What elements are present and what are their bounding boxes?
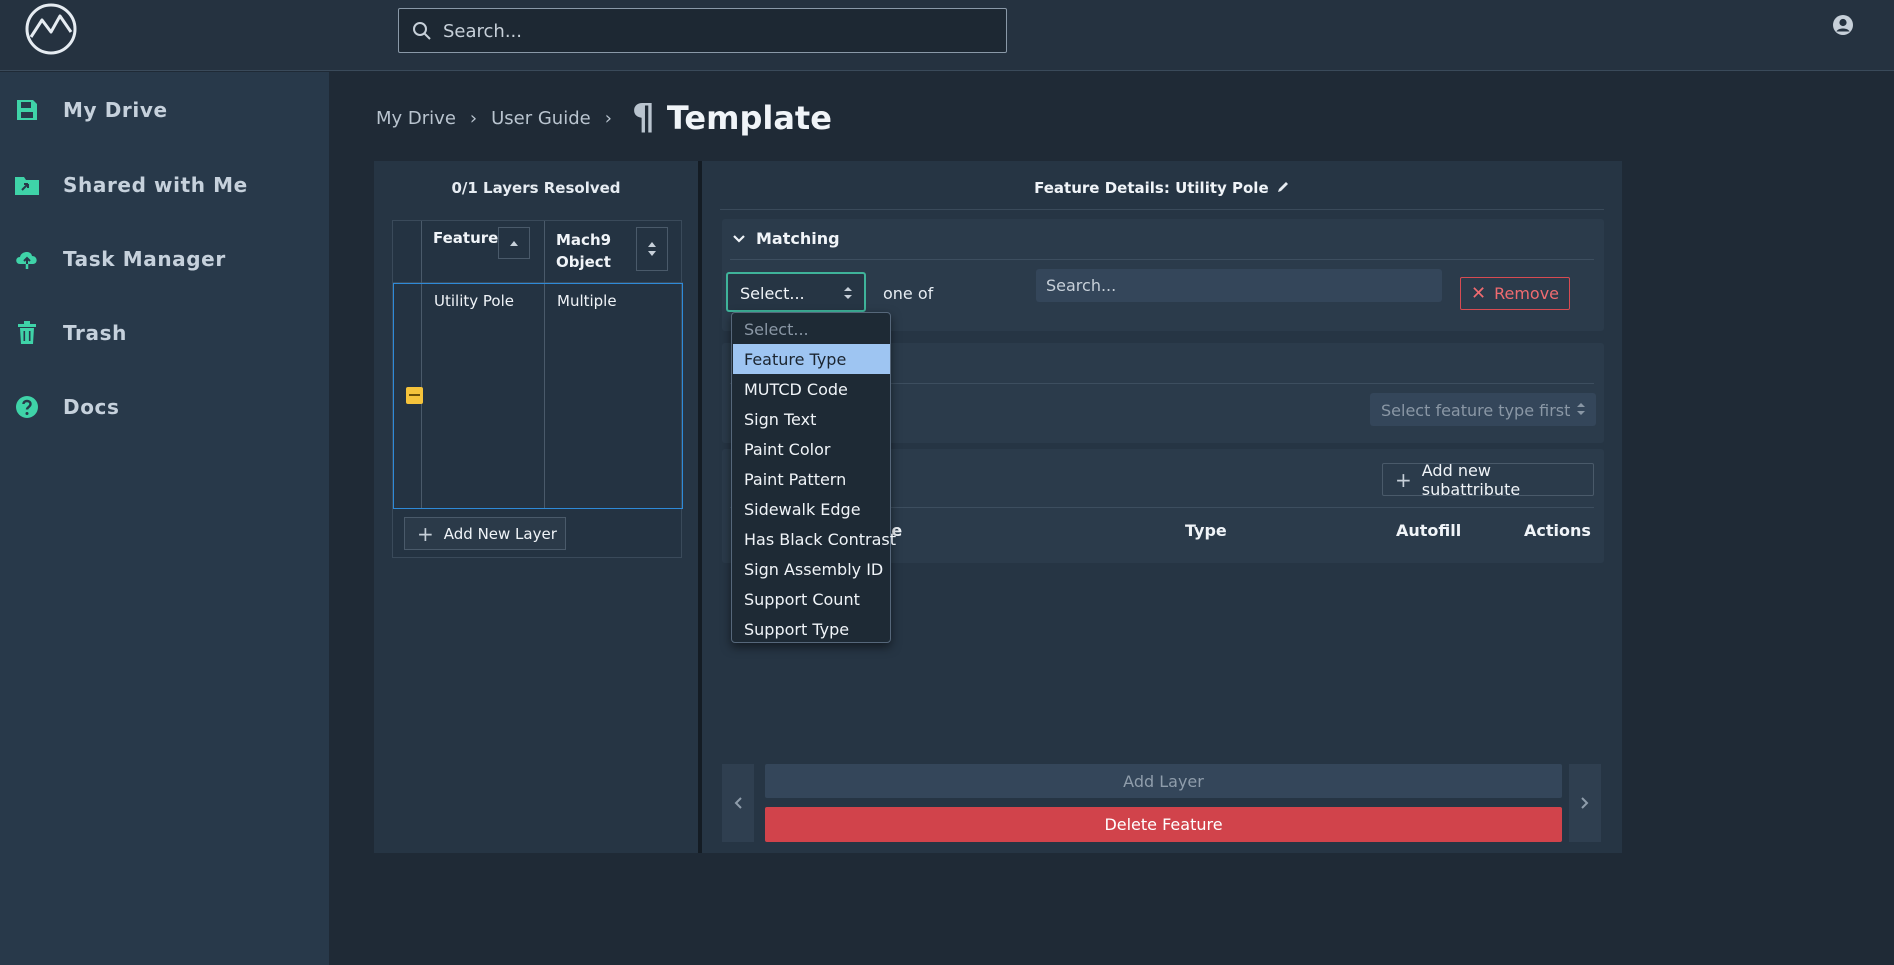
feature-type-select[interactable]: Select feature type first	[1370, 393, 1596, 426]
breadcrumb-my-drive[interactable]: My Drive	[376, 108, 456, 129]
sidebar-item-docs[interactable]: Docs	[0, 382, 329, 432]
column-header-actions: Actions	[1524, 521, 1591, 540]
select-arrows-icon	[844, 287, 852, 299]
layers-table-header: Feature Mach9 Object	[393, 221, 683, 283]
layers-resolved-title: 0/1 Layers Resolved	[451, 179, 621, 197]
feature-details-prefix: Feature Details:	[1034, 179, 1170, 197]
feature-type-placeholder: Select feature type first	[1381, 401, 1571, 420]
column-header-autofill: Autofill	[1396, 521, 1462, 540]
dropdown-option-paint-color[interactable]: Paint Color	[733, 434, 890, 464]
sidebar-item-my-drive[interactable]: My Drive	[0, 85, 329, 135]
mach9-logo[interactable]	[24, 2, 78, 56]
chevron-right-icon: ›	[604, 107, 612, 129]
feature-details-name: Utility Pole	[1175, 179, 1269, 197]
sidebar-item-label: Docs	[63, 395, 120, 419]
user-account-icon[interactable]	[1832, 14, 1854, 36]
sidebar-item-label: Task Manager	[63, 247, 226, 271]
sidebar-item-trash[interactable]: Trash	[0, 308, 329, 358]
add-layer-button[interactable]: Add Layer	[765, 764, 1562, 798]
delete-feature-button[interactable]: Delete Feature	[765, 807, 1562, 842]
cloud-upload-icon	[14, 246, 40, 272]
top-bar	[0, 0, 1894, 71]
feature-details-title: Feature Details: Utility Pole	[720, 179, 1604, 197]
previous-feature-button[interactable]	[722, 764, 754, 842]
pilcrow-icon: ¶	[631, 97, 655, 138]
sort-icon	[648, 242, 656, 256]
page-title: Template	[666, 99, 832, 137]
dropdown-option-support-type[interactable]: Support Type	[733, 614, 890, 644]
dropdown-option-has-black-contrast[interactable]: Has Black Contrast	[733, 524, 896, 554]
sidebar-item-label: My Drive	[63, 98, 168, 122]
divider	[730, 259, 1594, 260]
plus-icon: +	[417, 521, 434, 546]
match-attribute-value: Select...	[740, 284, 805, 303]
sidebar-item-task-manager[interactable]: Task Manager	[0, 234, 329, 284]
layer-object-value: Multiple	[557, 292, 617, 310]
dropdown-option-sign-assembly-id[interactable]: Sign Assembly ID	[733, 554, 890, 584]
floppy-disk-icon	[14, 97, 40, 123]
matching-section-label: Matching	[756, 229, 840, 248]
matching-section-header[interactable]: Matching	[732, 229, 840, 248]
dropdown-option-feature-type[interactable]: Feature Type	[733, 344, 890, 374]
sidebar-item-label: Trash	[63, 321, 127, 345]
layer-feature-name: Utility Pole	[434, 292, 514, 310]
close-icon: ✕	[1470, 283, 1487, 304]
global-search-input[interactable]	[443, 16, 983, 46]
trash-icon	[14, 320, 40, 346]
question-circle-icon	[14, 394, 40, 420]
shared-folder-icon	[14, 172, 40, 198]
column-header-mach9-object: Mach9 Object	[556, 231, 612, 271]
sidebar-item-label: Shared with Me	[63, 173, 248, 197]
match-attribute-select[interactable]: Select...	[726, 272, 866, 312]
dropdown-option-support-count[interactable]: Support Count	[733, 584, 890, 614]
dropdown-option-sign-text[interactable]: Sign Text	[733, 404, 890, 434]
add-new-layer-label: Add New Layer	[443, 524, 557, 543]
search-icon	[413, 22, 431, 40]
remove-match-button[interactable]: ✕ Remove	[1460, 277, 1570, 310]
sort-ascending-icon	[510, 241, 518, 246]
divider	[720, 209, 1604, 210]
dropdown-option-paint-pattern[interactable]: Paint Pattern	[733, 464, 890, 494]
match-connector-label: one of	[883, 284, 934, 303]
breadcrumb: My Drive › User Guide › ¶ Template	[376, 96, 832, 140]
dropdown-option-mutcd-code[interactable]: MUTCD Code	[733, 374, 890, 404]
match-attribute-dropdown: Select... Feature Type MUTCD Code Sign T…	[731, 312, 896, 644]
global-search[interactable]	[398, 8, 1007, 53]
chevron-left-icon	[734, 797, 742, 809]
remove-match-label: Remove	[1494, 284, 1560, 303]
dropdown-option-placeholder[interactable]: Select...	[733, 314, 890, 344]
sidebar-item-shared-with-me[interactable]: Shared with Me	[0, 160, 329, 210]
breadcrumb-user-guide[interactable]: User Guide	[491, 108, 591, 129]
chevron-down-icon	[733, 234, 745, 243]
layers-table: Feature Mach9 Object Utility Pole Multip…	[392, 220, 683, 558]
chevron-right-icon	[1581, 797, 1589, 809]
sort-object-button[interactable]	[636, 227, 668, 271]
chevron-right-icon: ›	[469, 107, 478, 129]
add-subattribute-label: Add new subattribute	[1421, 460, 1521, 499]
column-header-type: Type	[1185, 521, 1227, 540]
layer-row[interactable]: Utility Pole Multiple	[393, 283, 683, 509]
add-subattribute-button[interactable]: + Add new subattribute	[1382, 460, 1594, 499]
sort-feature-button[interactable]	[498, 227, 530, 259]
unresolved-status-indicator	[406, 387, 423, 404]
match-values-search-input[interactable]	[1036, 269, 1442, 302]
plus-icon: +	[1395, 467, 1412, 492]
pencil-edit-icon[interactable]	[1276, 180, 1290, 194]
sidebar: My Drive Shared with Me Task Manager Tra…	[0, 72, 329, 965]
add-new-layer-button[interactable]: + Add New Layer	[404, 517, 566, 550]
layers-panel: 0/1 Layers Resolved Feature Mach9 Object…	[374, 161, 698, 853]
column-header-feature: Feature	[433, 229, 499, 247]
next-feature-button[interactable]	[1569, 764, 1601, 842]
dropdown-option-sidewalk-edge[interactable]: Sidewalk Edge	[733, 494, 890, 524]
select-arrows-icon	[1577, 403, 1585, 415]
